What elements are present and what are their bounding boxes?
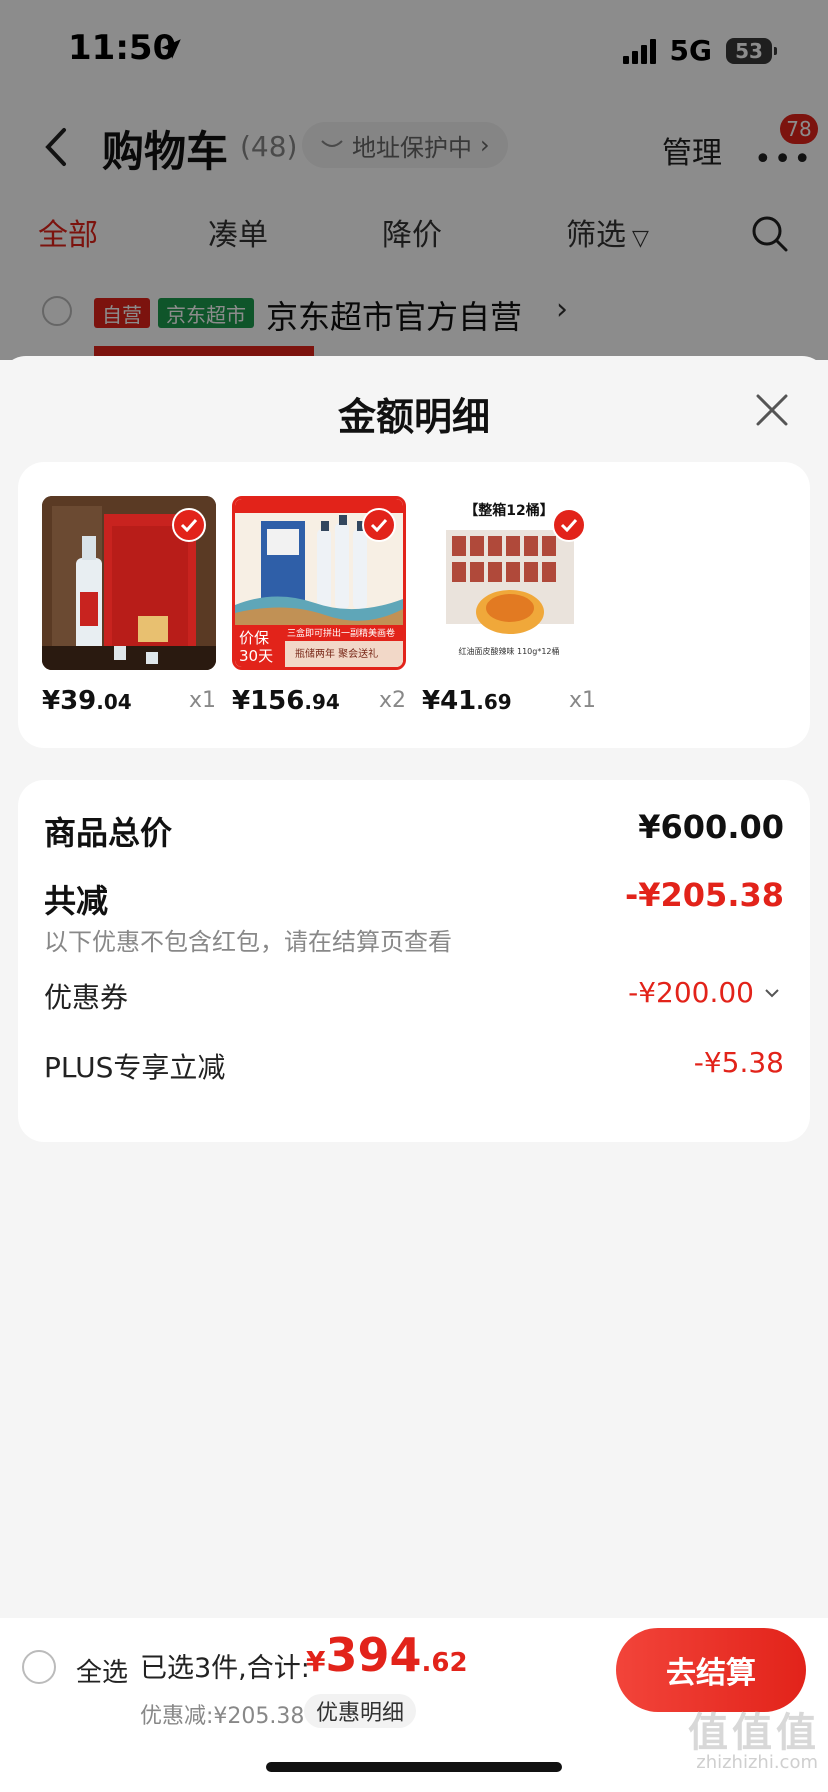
product-qty: x2 xyxy=(378,688,406,713)
discount-amount: 优惠减:¥205.38 xyxy=(140,1704,305,1729)
total-price-value: ¥600.00 xyxy=(638,808,784,846)
plus-discount-value: -¥5.38 xyxy=(693,1046,784,1079)
checkmark-icon xyxy=(362,508,396,542)
selected-count-text: 已选3件,合计: xyxy=(140,1653,310,1684)
amount-detail-sheet: 金额明细 ¥39.04 x1 价保 30天 三盒即可拼出一副精美画卷 瓶储两年 … xyxy=(0,356,828,1792)
product-price: ¥39.04 xyxy=(42,686,132,716)
sheet-title: 金额明细 xyxy=(337,395,490,439)
product-qty: x1 xyxy=(188,688,216,713)
total-reduction-value: -¥205.38 xyxy=(624,876,784,914)
dim-overlay[interactable] xyxy=(0,0,828,360)
price-summary-card: 商品总价 ¥600.00 共减 -¥205.38 以下优惠不包含红包，请在结算页… xyxy=(18,780,810,1142)
select-all-label[interactable]: 全选 xyxy=(76,1652,128,1689)
home-indicator[interactable] xyxy=(266,1762,562,1772)
coupon-value[interactable]: -¥200.00 xyxy=(628,976,754,1009)
total-amount: ¥394.62 xyxy=(306,1628,468,1682)
checkmark-icon xyxy=(172,508,206,542)
coupon-label: 优惠券 xyxy=(44,981,129,1014)
product-price: ¥41.69 xyxy=(422,686,512,716)
product-price: ¥156.94 xyxy=(232,686,340,716)
product-qty: x1 xyxy=(568,688,596,713)
close-icon[interactable] xyxy=(752,390,792,430)
chevron-down-icon[interactable] xyxy=(764,984,780,1003)
checkmark-icon xyxy=(552,508,586,542)
product-banner-sub: 瓶储两年 聚会送礼 xyxy=(295,649,379,660)
product-caption: 红油面皮酸辣味 110g*12桶 xyxy=(458,647,560,656)
price-protect-tag: 价保 30天 xyxy=(239,629,274,665)
products-card: ¥39.04 x1 价保 30天 三盒即可拼出一副精美画卷 瓶储两年 聚会送礼 … xyxy=(18,462,810,748)
reduction-note: 以下优惠不包含红包，请在结算页查看 xyxy=(44,928,452,956)
discount-detail-button[interactable]: 优惠明细 xyxy=(304,1694,417,1728)
plus-discount-label: PLUS专享立减 xyxy=(44,1051,226,1084)
total-reduction-label: 共减 xyxy=(44,882,109,920)
watermark-logo: 值值值 xyxy=(688,1710,820,1756)
product-banner: 三盒即可拼出一副精美画卷 xyxy=(287,629,396,639)
total-price-label: 商品总价 xyxy=(44,814,173,852)
watermark-url: zhizhizhi.com xyxy=(696,1752,818,1773)
select-all-radio[interactable] xyxy=(22,1650,56,1684)
